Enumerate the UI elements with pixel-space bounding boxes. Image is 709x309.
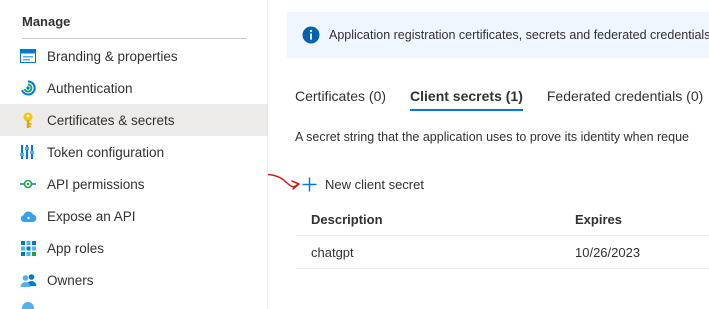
sidebar-item-app-roles[interactable]: App roles xyxy=(0,232,267,264)
branding-icon xyxy=(19,47,37,65)
sidebar-item-authentication[interactable]: Authentication xyxy=(0,72,267,104)
clipped-item-icon xyxy=(19,297,37,309)
new-client-secret-label: New client secret xyxy=(325,176,424,192)
sidebar-item-certificates-secrets[interactable]: Certificates & secrets xyxy=(0,104,267,136)
sidebar-nav: Branding & properties Authentication Cer… xyxy=(0,40,267,309)
red-arrow-annotation xyxy=(268,173,300,190)
sidebar-item-label: Branding & properties xyxy=(47,48,178,64)
plus-icon xyxy=(302,177,317,192)
info-banner-text: Application registration certificates, s… xyxy=(329,28,709,42)
sidebar-item-label: Owners xyxy=(47,272,94,288)
api-permissions-icon xyxy=(19,175,37,193)
sidebar: Manage Branding & properties Authenticat… xyxy=(0,0,268,309)
column-header-description[interactable]: Description xyxy=(296,212,575,227)
token-configuration-icon xyxy=(19,143,37,161)
sidebar-item-api-permissions[interactable]: API permissions xyxy=(0,168,267,200)
sidebar-item-label: Authentication xyxy=(47,80,133,96)
new-client-secret-button[interactable]: New client secret xyxy=(302,173,424,195)
sidebar-item-label: Token configuration xyxy=(47,144,165,160)
table-header-row: Description Expires xyxy=(296,203,709,236)
section-divider xyxy=(22,38,247,39)
authentication-icon xyxy=(19,79,37,97)
tab-certificates[interactable]: Certificates (0) xyxy=(295,88,386,111)
sidebar-item-expose-an-api[interactable]: Expose an API xyxy=(0,200,267,232)
info-icon xyxy=(302,26,320,44)
sidebar-item-label: App roles xyxy=(47,240,105,256)
sidebar-item-token-configuration[interactable]: Token configuration xyxy=(0,136,267,168)
secret-tabs: Certificates (0) Client secrets (1) Federa… xyxy=(295,88,709,116)
secret-description-cell: chatgpt xyxy=(311,244,354,260)
manage-section-title: Manage xyxy=(22,14,71,29)
client-secrets-description: A secret string that the application use… xyxy=(295,130,689,144)
column-header-expires[interactable]: Expires xyxy=(575,212,709,227)
key-icon xyxy=(19,111,37,129)
sidebar-item-label: Expose an API xyxy=(47,208,136,224)
table-row[interactable]: chatgpt 10/26/2023 xyxy=(296,236,709,269)
info-banner: Application registration certificates, s… xyxy=(287,12,709,58)
sidebar-item-clipped[interactable] xyxy=(0,296,267,309)
sidebar-item-branding[interactable]: Branding & properties xyxy=(0,40,267,72)
owners-icon xyxy=(19,271,37,289)
app-roles-icon xyxy=(19,239,37,257)
client-secrets-table: Description Expires chatgpt 10/26/2023 xyxy=(296,203,709,269)
cloud-icon xyxy=(19,207,37,225)
sidebar-item-label: Certificates & secrets xyxy=(47,112,175,128)
secret-expires-cell: 10/26/2023 xyxy=(575,244,641,260)
sidebar-item-label: API permissions xyxy=(47,176,145,192)
main-content: Application registration certificates, s… xyxy=(268,0,709,309)
tab-client-secrets[interactable]: Client secrets (1) xyxy=(410,88,523,111)
sidebar-item-owners[interactable]: Owners xyxy=(0,264,267,296)
tab-federated-credentials[interactable]: Federated credentials (0) xyxy=(547,88,703,111)
